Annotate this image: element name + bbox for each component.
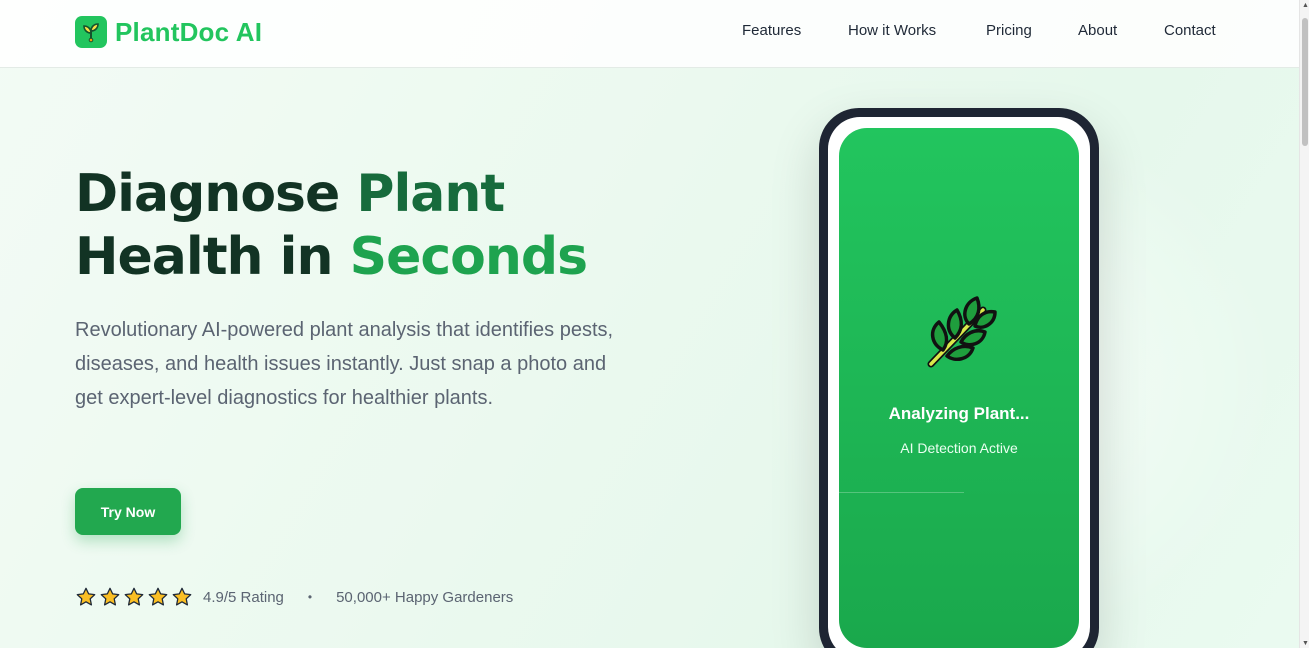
separator-dot: • <box>307 590 313 604</box>
rating-text: 4.9/5 Rating <box>203 588 284 606</box>
star-icon <box>124 587 144 606</box>
scroll-thumb[interactable] <box>1302 18 1308 146</box>
star-icon <box>100 587 120 606</box>
headline-highlight: Seconds <box>349 227 588 287</box>
headline-part: Health in <box>75 227 334 287</box>
hero-description: Revolutionary AI-powered plant analysis … <box>75 319 614 409</box>
nav-contact[interactable]: Contact <box>1164 22 1216 39</box>
headline-part: Diagnose <box>75 164 340 224</box>
brand-logo[interactable]: PlantDoc AI <box>75 16 262 48</box>
logo-text: PlantDoc AI <box>115 16 263 47</box>
star-icon <box>148 587 168 606</box>
scroll-down-arrow-icon[interactable]: ▼ <box>1302 640 1309 647</box>
social-proof: 4.9/5 Rating • 50,000+ Happy Gardeners <box>75 585 513 609</box>
star-icon <box>76 587 96 606</box>
sprout-icon <box>75 16 107 48</box>
scan-line <box>839 492 964 493</box>
nav-about[interactable]: About <box>1078 22 1117 39</box>
rating-stars <box>75 586 195 608</box>
nav-features[interactable]: Features <box>742 22 801 39</box>
page-scrollbar[interactable]: ▲ ▼ <box>1299 0 1309 648</box>
detection-status: AI Detection Active <box>900 440 1018 456</box>
hero-headline: Diagnose Plant Health in Seconds <box>75 163 588 289</box>
try-now-button[interactable]: Try Now <box>75 488 181 535</box>
headline-highlight: Plant <box>356 164 505 224</box>
happy-gardeners-count: 50,000+ Happy Gardeners <box>336 588 514 606</box>
star-icon <box>172 587 192 606</box>
site-header: PlantDoc AI Features How it Works Pricin… <box>0 0 1299 68</box>
herb-leaf-icon <box>927 296 997 368</box>
analyzing-status: Analyzing Plant... <box>888 404 1030 423</box>
phone-mockup: Analyzing Plant... AI Detection Active <box>819 108 1099 648</box>
phone-screen: Analyzing Plant... AI Detection Active <box>839 128 1079 648</box>
nav-pricing[interactable]: Pricing <box>986 22 1032 39</box>
scroll-up-arrow-icon[interactable]: ▲ <box>1302 2 1309 9</box>
nav-how-it-works[interactable]: How it Works <box>848 22 936 39</box>
